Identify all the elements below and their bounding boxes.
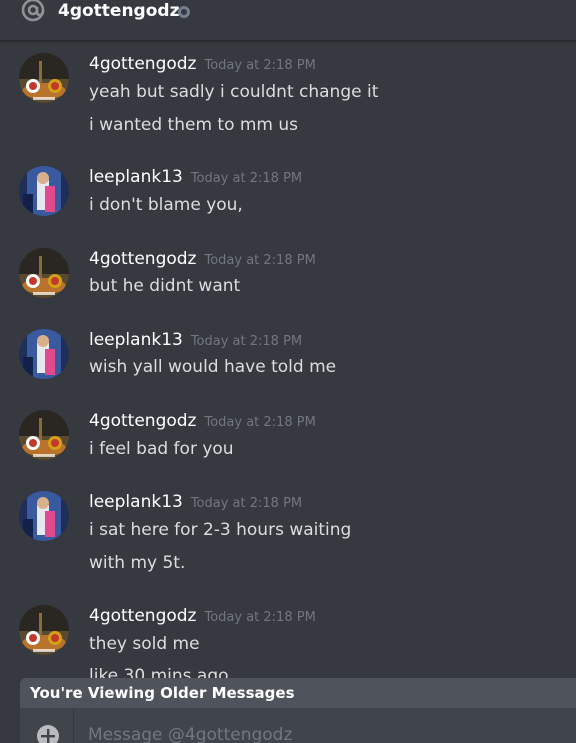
username[interactable]: 4gottengodz: [89, 54, 196, 74]
message-text: wish yall would have told me: [89, 357, 337, 377]
plus-circle-icon: [37, 725, 59, 743]
message-group: leeplank13 Today at 2:18 PM wish yall wou…: [0, 329, 576, 384]
username[interactable]: 4gottengodz: [89, 249, 196, 269]
avatar[interactable]: [19, 410, 69, 460]
username[interactable]: leeplank13: [89, 492, 183, 512]
message-group: 4gottengodz Today at 2:18 PM i feel bad f…: [0, 410, 576, 465]
timestamp[interactable]: Today at 2:18 PM: [204, 415, 315, 430]
dm-recipient-name: 4gottengodz: [58, 1, 180, 21]
message-header: leeplank13 Today at 2:18 PM: [89, 491, 302, 515]
message-text: but he didnt want: [89, 276, 241, 296]
upload-button[interactable]: [20, 708, 74, 743]
username[interactable]: leeplank13: [89, 167, 183, 187]
at-sign-icon: [21, 0, 45, 22]
message-text: like 30 mins ago: [89, 666, 229, 678]
message-text: they sold me: [89, 634, 200, 654]
avatar[interactable]: [19, 166, 69, 216]
message-group: leeplank13 Today at 2:18 PM i don't blame…: [0, 166, 576, 221]
timestamp[interactable]: Today at 2:18 PM: [191, 171, 302, 186]
username[interactable]: leeplank13: [89, 330, 183, 350]
channel-header: 4gottengodz: [0, 0, 576, 41]
timestamp[interactable]: Today at 2:18 PM: [204, 610, 315, 625]
avatar[interactable]: [19, 53, 69, 103]
message-text: i feel bad for you: [89, 439, 234, 459]
message-group: 4gottengodz Today at 2:18 PM but he didnt…: [0, 248, 576, 303]
older-messages-label: You're Viewing Older Messages: [30, 684, 295, 702]
timestamp[interactable]: Today at 2:18 PM: [191, 334, 302, 349]
message-text: with my 5t.: [89, 553, 186, 573]
message-header: 4gottengodz Today at 2:18 PM: [89, 410, 316, 434]
avatar[interactable]: [19, 248, 69, 298]
avatar[interactable]: [19, 329, 69, 379]
message-text: i don't blame you,: [89, 195, 243, 215]
message-text: yeah but sadly i couldnt change it: [89, 82, 379, 102]
message-header: 4gottengodz Today at 2:18 PM: [89, 248, 316, 272]
username[interactable]: 4gottengodz: [89, 606, 196, 626]
timestamp[interactable]: Today at 2:18 PM: [204, 58, 315, 73]
message-text: i wanted them to mm us: [89, 115, 299, 135]
username[interactable]: 4gottengodz: [89, 411, 196, 431]
timestamp[interactable]: Today at 2:18 PM: [191, 496, 302, 511]
avatar[interactable]: [19, 605, 69, 655]
avatar[interactable]: [19, 491, 69, 541]
older-messages-banner[interactable]: You're Viewing Older Messages: [20, 678, 576, 708]
timestamp[interactable]: Today at 2:18 PM: [204, 253, 315, 268]
message-header: 4gottengodz Today at 2:18 PM: [89, 605, 316, 629]
message-header: leeplank13 Today at 2:18 PM: [89, 329, 302, 353]
message-composer: [20, 708, 576, 743]
message-group: 4gottengodz Today at 2:18 PM they sold me…: [0, 605, 576, 678]
message-input[interactable]: [88, 722, 558, 743]
message-text: i sat here for 2-3 hours waiting: [89, 520, 352, 540]
offline-status-icon: [178, 6, 190, 18]
message-header: 4gottengodz Today at 2:18 PM: [89, 53, 316, 77]
message-group: leeplank13 Today at 2:18 PM i sat here fo…: [0, 491, 576, 581]
message-group: 4gottengodz Today at 2:18 PM yeah but sad…: [0, 53, 576, 143]
message-list[interactable]: 4gottengodz Today at 2:18 PM yeah but sad…: [0, 41, 576, 678]
message-header: leeplank13 Today at 2:18 PM: [89, 166, 302, 190]
